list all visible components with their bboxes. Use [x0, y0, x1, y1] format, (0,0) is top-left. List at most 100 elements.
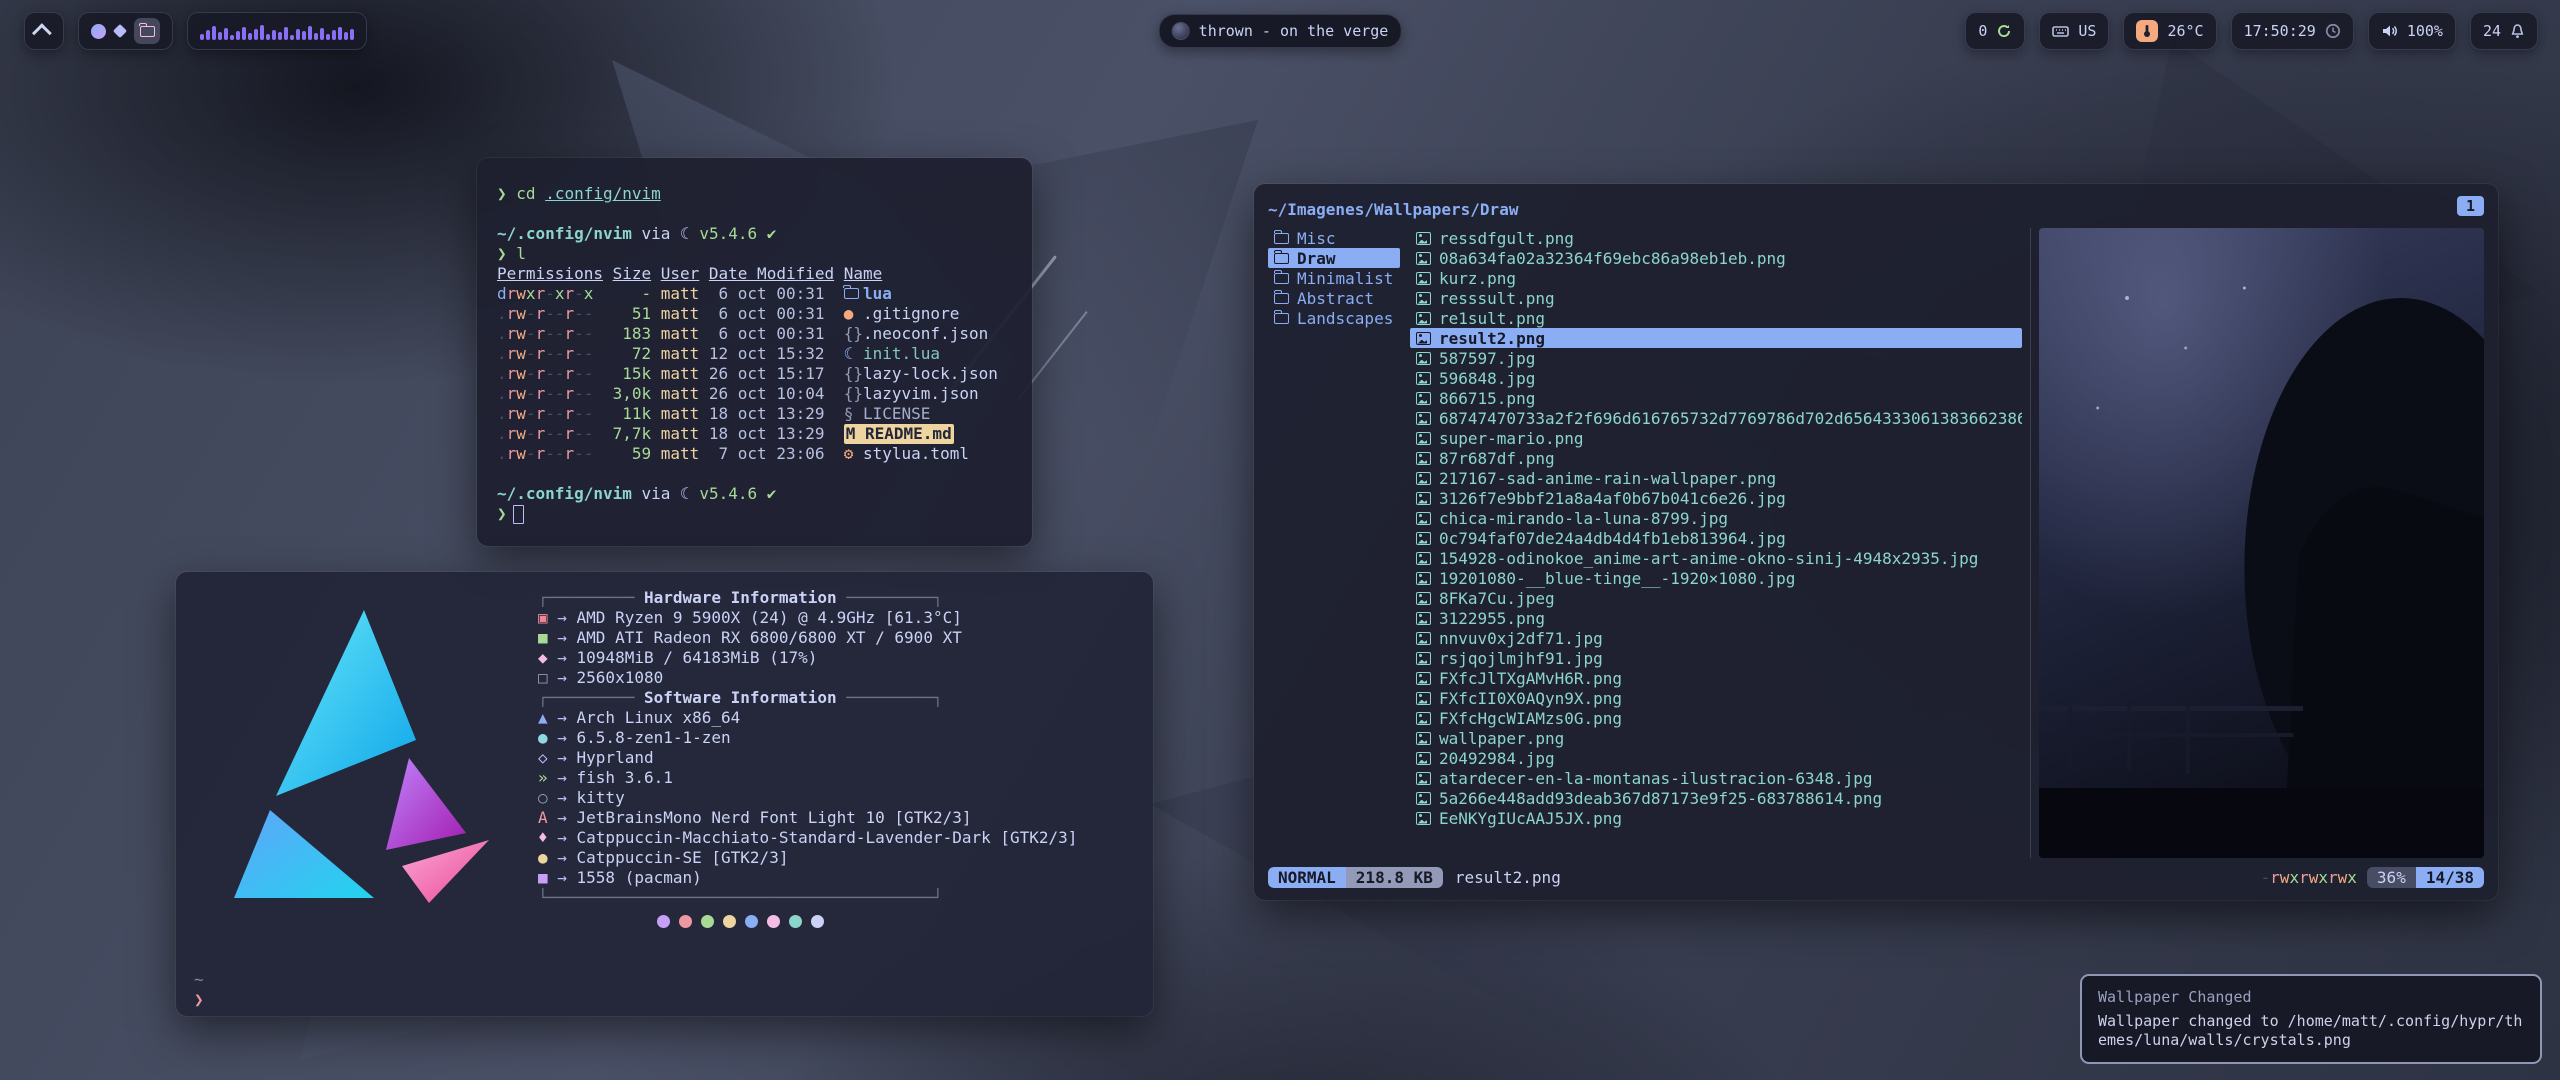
file-item[interactable]: 8FKa7Cu.jpeg: [1410, 588, 2022, 608]
file-item[interactable]: super-mario.png: [1410, 428, 2022, 448]
file-item[interactable]: 596848.jpg: [1410, 368, 2022, 388]
directory-item[interactable]: Draw: [1268, 248, 1400, 268]
active-window-widget[interactable]: thrown - on the verge: [1159, 14, 1402, 48]
temperature-widget[interactable]: 26°C: [2123, 12, 2216, 50]
fetch-line: ♦→Catppuccin-Macchiato-Standard-Lavender…: [538, 828, 1077, 848]
image-file-icon: [1416, 492, 1431, 505]
folder-icon: [1274, 293, 1289, 304]
text-cursor: [513, 505, 524, 524]
prompt-line[interactable]: ❯: [497, 504, 1012, 524]
file-item[interactable]: 87r687df.png: [1410, 448, 2022, 468]
file-name: rsjqojlmjhf91.jpg: [1439, 649, 1603, 668]
arrow-icon: →: [557, 748, 567, 768]
file-item[interactable]: 20492984.jpg: [1410, 748, 2022, 768]
file-name: .neoconf.json: [863, 324, 988, 343]
file-item[interactable]: EeNKYgIUcAAJ5JX.png: [1410, 808, 2022, 828]
image-file-icon: [1416, 352, 1431, 365]
terminal-window[interactable]: ❯ cd .config/nvim ~/.config/nvim via ☾ v…: [477, 158, 1032, 546]
workspace-icon-2[interactable]: [113, 24, 127, 38]
check-icon: ✔: [767, 224, 777, 244]
file-name: chica-mirando-la-luna-8799.jpg: [1439, 509, 1728, 528]
file-item[interactable]: rsjqojlmjhf91.jpg: [1410, 648, 2022, 668]
file-item[interactable]: FXfcII0X0AQyn9X.png: [1410, 688, 2022, 708]
directory-item[interactable]: Abstract: [1268, 288, 1400, 308]
file-item[interactable]: 68747470733a2f2f696d616765732d7769786d70…: [1410, 408, 2022, 428]
memory-icon: ◆: [538, 648, 557, 668]
image-file-icon: [1416, 552, 1431, 565]
file-item[interactable]: resssult.png: [1410, 288, 2022, 308]
file-item[interactable]: 08a634fa02a32364f69ebc86a98eb1eb.png: [1410, 248, 2022, 268]
launcher-icon: [32, 23, 52, 43]
notification-popup[interactable]: Wallpaper Changed Wallpaper changed to /…: [2080, 974, 2542, 1064]
directory-item[interactable]: Misc: [1268, 228, 1400, 248]
launcher-button[interactable]: [24, 12, 64, 50]
file-item[interactable]: 19201080-__blue-tinge__-1920×1080.jpg: [1410, 568, 2022, 588]
file-item[interactable]: 154928-odinokoe_anime-art-anime-okno-sin…: [1410, 548, 2022, 568]
file-item[interactable]: 5a266e448add93deab367d87173e9f25-6837886…: [1410, 788, 2022, 808]
fetch-line: ▣→AMD Ryzen 9 5900X (24) @ 4.9GHz [61.3°…: [538, 608, 1077, 628]
command-line: ❯ cd .config/nvim: [497, 184, 1012, 204]
workspace-icon-3-active[interactable]: [134, 18, 160, 44]
clock-widget[interactable]: 17:50:29: [2231, 12, 2354, 50]
file-item[interactable]: kurz.png: [1410, 268, 2022, 288]
fetch-line: ◇→Hyprland: [538, 748, 1077, 768]
volume-widget[interactable]: 100%: [2368, 12, 2456, 50]
theme-icon: ♦: [538, 828, 557, 848]
file-name: 3126f7e9bbf21a8a4af0b67b041c6e26.jpg: [1439, 489, 1786, 508]
directory-name: Minimalist: [1297, 269, 1393, 288]
file-manager-window[interactable]: ~/Imagenes/Wallpapers/Draw 1 MiscDrawMin…: [1254, 184, 2498, 900]
image-file-icon: [1416, 512, 1431, 525]
file-item[interactable]: result2.png: [1410, 328, 2022, 348]
scroll-percent-badge: 36%: [2367, 867, 2416, 888]
prompt-symbol: ❯: [497, 184, 507, 204]
thermometer-icon: [2136, 20, 2158, 42]
file-item[interactable]: ressdfgult.png: [1410, 228, 2022, 248]
file-name: FXfcJlTXgAMvH6R.png: [1439, 669, 1622, 688]
parent-directory-pane: MiscDrawMinimalistAbstractLandscapes: [1268, 228, 1400, 858]
file-item[interactable]: chica-mirando-la-luna-8799.jpg: [1410, 508, 2022, 528]
file-item[interactable]: 0c794faf07de24a4db4d4fb1eb813964.jpg: [1410, 528, 2022, 548]
image-file-icon: [1416, 772, 1431, 785]
file-item[interactable]: 3122955.png: [1410, 608, 2022, 628]
file-item[interactable]: 3126f7e9bbf21a8a4af0b67b041c6e26.jpg: [1410, 488, 2022, 508]
file-item[interactable]: wallpaper.png: [1410, 728, 2022, 748]
notifications-widget[interactable]: 24: [2470, 12, 2538, 50]
file-name: nnvuv0xj2df71.jpg: [1439, 629, 1603, 648]
tab-badge[interactable]: 1: [2457, 196, 2484, 216]
file-item[interactable]: FXfcJlTXgAMvH6R.png: [1410, 668, 2022, 688]
fetch-terminal-window[interactable]: ┌───────── Hardware Information ────────…: [176, 572, 1153, 1016]
file-name: 5a266e448add93deab367d87173e9f25-6837886…: [1439, 789, 1882, 808]
arrow-icon: →: [557, 828, 567, 848]
image-file-icon: [1416, 252, 1431, 265]
workspace-icon-1[interactable]: [91, 24, 106, 39]
file-name: FXfcII0X0AQyn9X.png: [1439, 689, 1622, 708]
file-item[interactable]: 217167-sad-anime-rain-wallpaper.png: [1410, 468, 2022, 488]
image-file-icon: [1416, 292, 1431, 305]
updates-widget[interactable]: 0: [1965, 12, 2025, 50]
file-name: FXfcHgcWIAMzs0G.png: [1439, 709, 1622, 728]
shell-icon: »: [538, 768, 557, 788]
font-icon: A: [538, 808, 557, 828]
file-name: wallpaper.png: [1439, 729, 1564, 748]
file-item[interactable]: atardecer-en-la-montanas-ilustracion-634…: [1410, 768, 2022, 788]
file-item[interactable]: 866715.png: [1410, 388, 2022, 408]
arrow-icon: →: [557, 608, 567, 628]
file-item[interactable]: 587597.jpg: [1410, 348, 2022, 368]
image-file-icon: [1416, 372, 1431, 385]
keyboard-layout-widget[interactable]: US: [2039, 12, 2109, 50]
bell-icon: [2510, 23, 2525, 39]
palette-dot: [789, 915, 802, 928]
file-item[interactable]: nnvuv0xj2df71.jpg: [1410, 628, 2022, 648]
section-footer: └───────────────────────────────────────…: [538, 888, 1077, 908]
file-item[interactable]: re1sult.png: [1410, 308, 2022, 328]
directory-item[interactable]: Minimalist: [1268, 268, 1400, 288]
listing-row: .rw-r--r--51matt 6 oct 00:31●.gitignore: [497, 304, 1012, 324]
file-name: 596848.jpg: [1439, 369, 1535, 388]
fetch-line: ●→6.5.8-zen1-1-zen: [538, 728, 1077, 748]
fetch-line: ▲→Arch Linux x86_64: [538, 708, 1077, 728]
audio-visualizer-widget[interactable]: [187, 12, 367, 50]
prompt-line[interactable]: ~ ❯: [194, 970, 204, 1010]
file-item[interactable]: FXfcHgcWIAMzs0G.png: [1410, 708, 2022, 728]
folder-icon: [1274, 273, 1289, 284]
directory-item[interactable]: Landscapes: [1268, 308, 1400, 328]
